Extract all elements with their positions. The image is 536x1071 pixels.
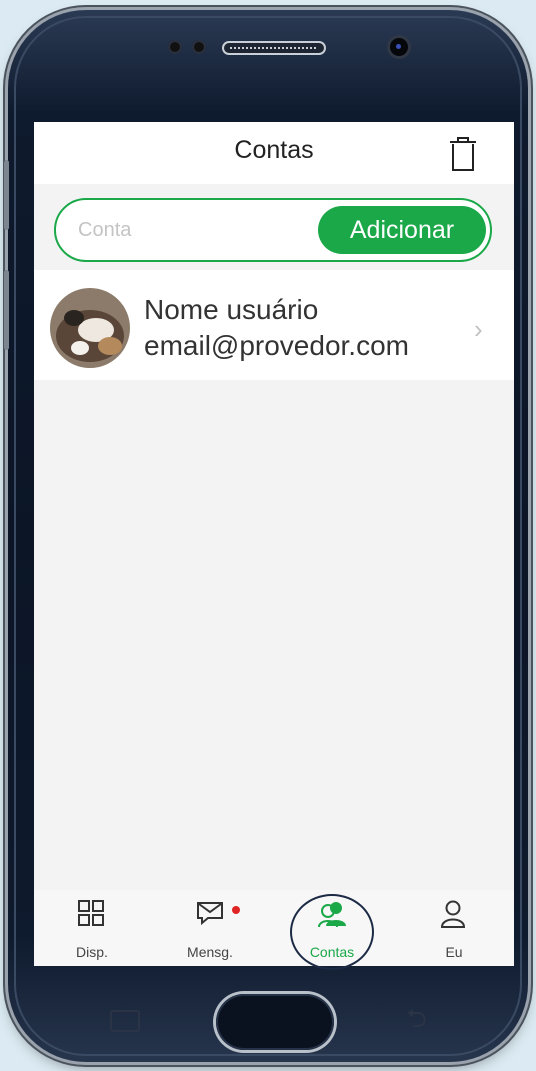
tab-highlight-ring (290, 894, 374, 970)
volume-button-lower (4, 270, 9, 350)
earpiece-speaker (222, 41, 326, 55)
account-name: Nome usuário (144, 294, 319, 325)
tab-disp[interactable]: Disp. (42, 890, 142, 966)
light-sensor (192, 40, 206, 54)
tab-mensg[interactable]: Mensg. (160, 890, 260, 966)
tab-label: Mensg. (187, 944, 233, 960)
tab-label: Eu (445, 944, 463, 960)
account-list-item[interactable]: Nome usuário email@provedor.com › (34, 270, 514, 380)
chevron-right-icon: › (474, 314, 483, 344)
message-icon (197, 902, 223, 926)
person-icon (440, 900, 466, 928)
unread-badge (232, 906, 240, 914)
tab-eu[interactable]: Eu (404, 890, 504, 966)
front-camera (390, 38, 408, 56)
bottom-tab-bar: Disp. Mensg. Contas Eu (34, 890, 514, 966)
proximity-sensor (168, 40, 182, 54)
account-input[interactable] (78, 214, 308, 246)
trash-icon[interactable] (448, 136, 478, 172)
volume-button (4, 160, 9, 230)
page-title: Contas (234, 136, 314, 164)
app-header: Contas (34, 122, 514, 184)
add-account-button[interactable]: Adicionar (318, 206, 486, 254)
account-search-bar: Adicionar (54, 198, 492, 262)
grid-icon (78, 900, 104, 926)
recent-apps-icon[interactable] (110, 1010, 140, 1032)
app-screen: Contas Adicionar Nome usuário email@prov… (34, 122, 514, 966)
account-email: email@provedor.com (144, 330, 409, 361)
home-button[interactable] (216, 994, 334, 1050)
back-icon[interactable]: ⮌ (406, 1000, 427, 1044)
avatar (50, 288, 130, 368)
tab-label: Disp. (76, 944, 108, 960)
